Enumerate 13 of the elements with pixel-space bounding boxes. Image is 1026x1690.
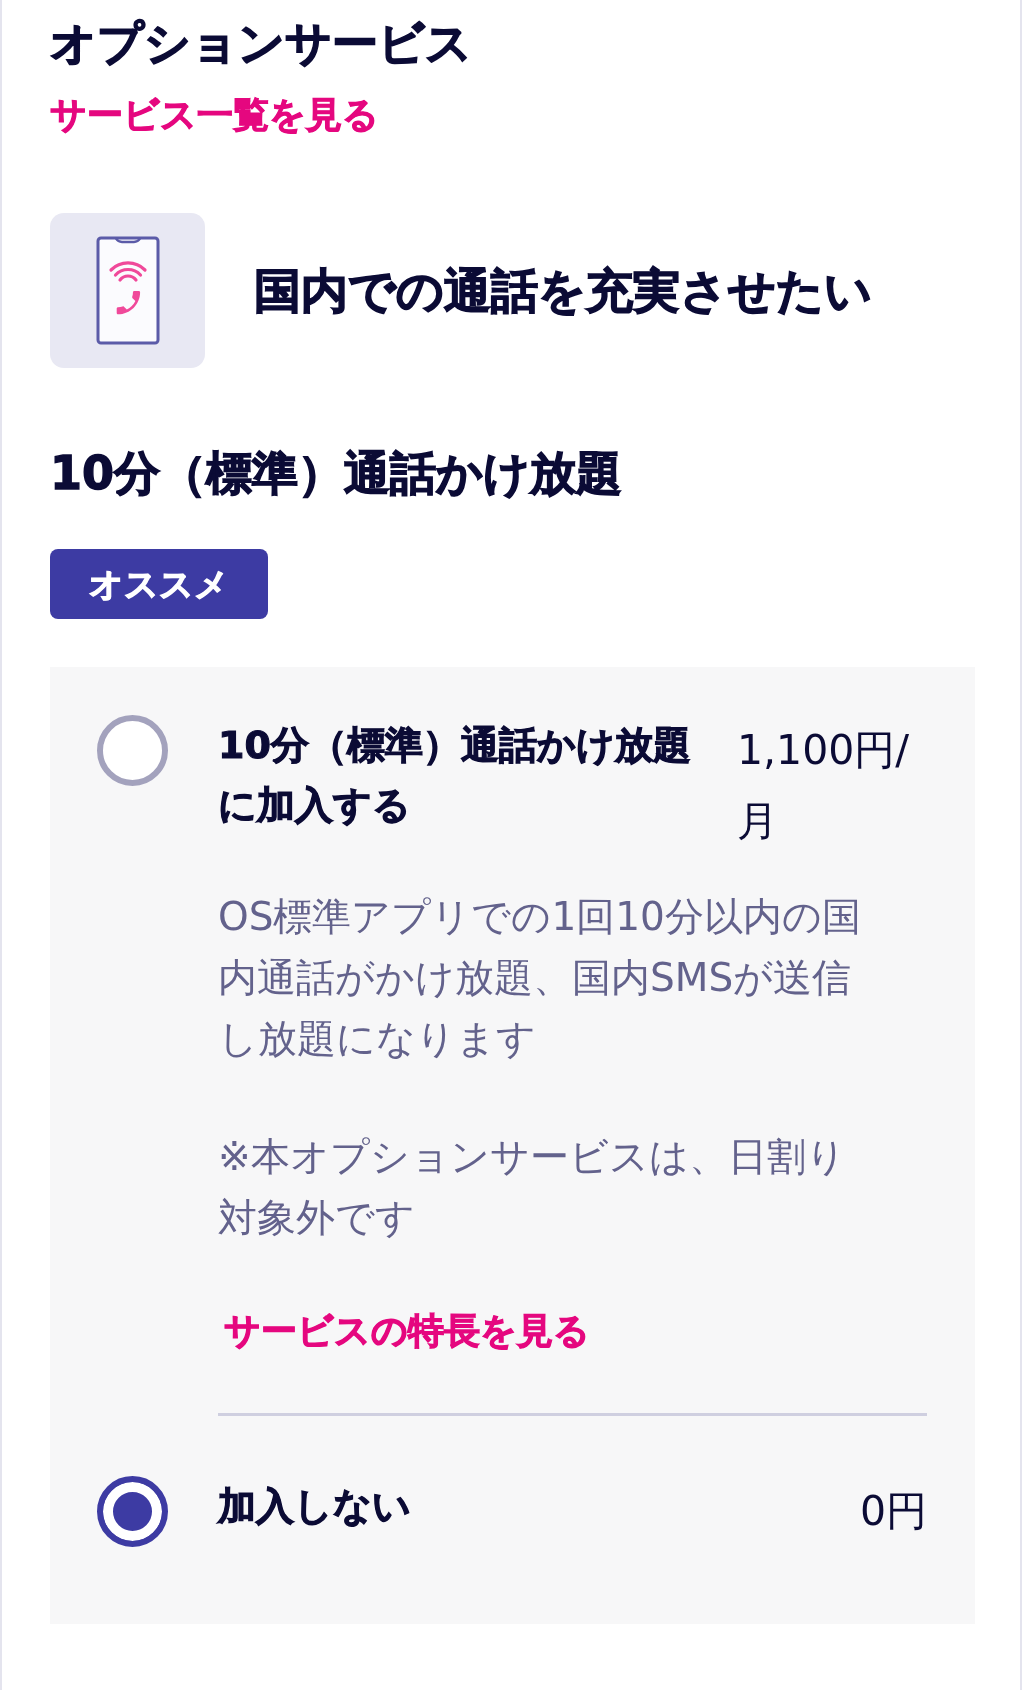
service-list-link[interactable]: サービス一覧を見る [50, 93, 379, 137]
smartphone-call-icon [50, 213, 205, 368]
option-price: 0円 [859, 1486, 927, 1537]
service-features-link[interactable]: サービスの特長を見る [224, 1306, 590, 1356]
page-title: オプションサービス [50, 15, 472, 71]
option-description: OS標準アプリでの1回10分以内の国内通話がかけ放題、国内SMSが送信し放題になります [218, 893, 862, 1063]
recommend-badge: オススメ [50, 549, 268, 619]
category-heading: 国内での通話を充実させたい [254, 262, 872, 319]
plan-title: 10分（標準）通話かけ放題 [50, 445, 622, 501]
option-label: 加入しない [218, 1483, 412, 1530]
option-note: ※本オプションサービスは、日割り対象外です [218, 1133, 847, 1242]
option-label: 10分（標準）通話かけ放題に加入する [218, 722, 692, 829]
option-price: 1,100円/月 [737, 725, 911, 847]
